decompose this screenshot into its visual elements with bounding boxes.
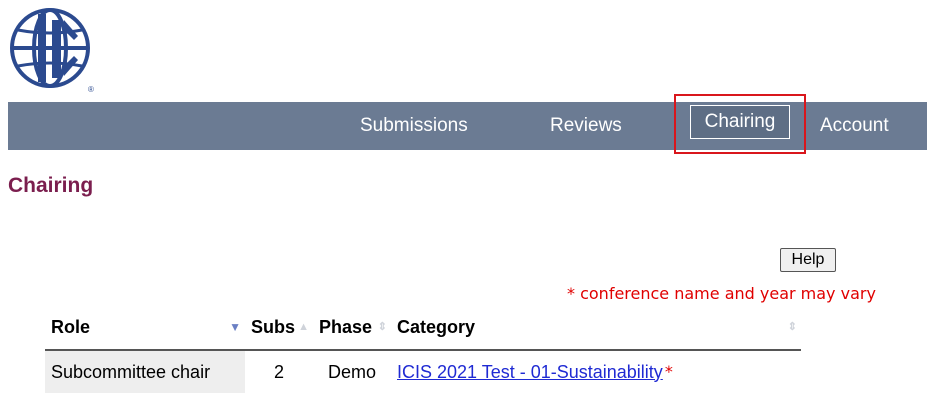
sort-icon: ▲ bbox=[298, 321, 309, 333]
column-label: Role bbox=[51, 317, 91, 337]
cell-subs: 2 bbox=[273, 361, 284, 382]
help-button[interactable]: Help bbox=[780, 248, 836, 272]
table-header-row: Role ▼ Subs ▲ Phase ⇕ Category ⇕ bbox=[45, 305, 801, 351]
svg-text:®: ® bbox=[88, 85, 94, 94]
sort-icon: ⇕ bbox=[377, 321, 387, 333]
cell-category: ICIS 2021 Test - 01-Sustainability * bbox=[391, 350, 801, 393]
chairing-table: Role ▼ Subs ▲ Phase ⇕ Category ⇕ Subcommitte… bbox=[45, 305, 801, 393]
column-header-phase[interactable]: Phase ⇕ bbox=[313, 305, 391, 351]
highlight-box: Chairing bbox=[674, 94, 806, 154]
header: ® bbox=[0, 0, 927, 100]
nav-submissions[interactable]: Submissions bbox=[360, 102, 468, 150]
sort-desc-icon: ▼ bbox=[229, 320, 241, 334]
nav-account[interactable]: Account bbox=[820, 102, 889, 150]
page-title: Chairing bbox=[8, 174, 94, 197]
main-nav-bar: Submissions Reviews Chairing Account bbox=[8, 94, 927, 154]
column-header-subs[interactable]: Subs ▲ bbox=[245, 305, 313, 351]
category-link[interactable]: ICIS 2021 Test - 01-Sustainability bbox=[397, 362, 663, 382]
table-row: Subcommittee chair 2 Demo ICIS 2021 Test… bbox=[45, 350, 801, 393]
column-header-role[interactable]: Role ▼ bbox=[45, 305, 245, 351]
globe-icon[interactable]: ® bbox=[8, 6, 96, 94]
annotation-asterisk: * bbox=[664, 361, 673, 381]
column-label: Subs bbox=[251, 317, 296, 337]
nav-reviews[interactable]: Reviews bbox=[550, 102, 622, 150]
sort-icon: ⇕ bbox=[787, 321, 797, 333]
column-label: Category bbox=[397, 317, 476, 337]
cell-phase: Demo bbox=[327, 361, 376, 382]
column-label: Phase bbox=[319, 317, 373, 337]
nav-chairing[interactable]: Chairing bbox=[690, 105, 790, 139]
annotation-note: * conference name and year may vary bbox=[567, 284, 876, 303]
column-header-category[interactable]: Category ⇕ bbox=[391, 305, 801, 351]
cell-role: Subcommittee chair bbox=[45, 350, 245, 393]
